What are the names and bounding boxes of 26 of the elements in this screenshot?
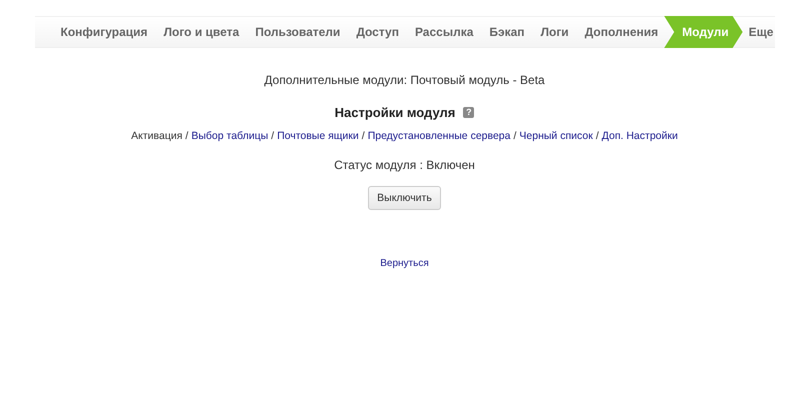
help-icon[interactable]: ? (463, 107, 474, 118)
breadcrumb-tab[interactable]: Дополнения (578, 16, 664, 48)
module-status: Статус модуля : Включен (334, 158, 475, 172)
breadcrumb-tab[interactable]: Бэкап (483, 16, 531, 48)
separator: / (271, 130, 274, 142)
separator: / (596, 130, 599, 142)
section-link[interactable]: Черный список (519, 130, 593, 142)
page-subtitle: Дополнительные модули: Почтовый модуль - Beta (264, 73, 545, 87)
section-link[interactable]: Доп. Настройки (602, 130, 678, 142)
breadcrumb-tab[interactable]: Логи (534, 16, 575, 48)
section-link[interactable]: Почтовые ящики (277, 130, 359, 142)
section-heading: Настройки модуля (334, 105, 456, 120)
disable-button[interactable]: Выключить (368, 186, 441, 210)
back-link[interactable]: Вернуться (380, 258, 429, 269)
breadcrumb-tab[interactable]: Конфигурация (54, 16, 154, 48)
separator: / (185, 130, 188, 142)
current-section[interactable]: Активация (131, 130, 182, 142)
breadcrumb-tab[interactable]: Рассылка (408, 16, 480, 48)
section-link[interactable]: Предустановленные сервера (368, 130, 510, 142)
section-link[interactable]: Выбор таблицы (191, 130, 268, 142)
breadcrumb-tab[interactable]: Еще (742, 16, 780, 48)
separator: / (513, 130, 516, 142)
separator: / (362, 130, 365, 142)
breadcrumb-tab[interactable]: Доступ (350, 16, 405, 48)
breadcrumb-tab[interactable]: Лого и цвета (158, 16, 246, 48)
breadcrumb-tab[interactable]: Пользователи (249, 16, 346, 48)
